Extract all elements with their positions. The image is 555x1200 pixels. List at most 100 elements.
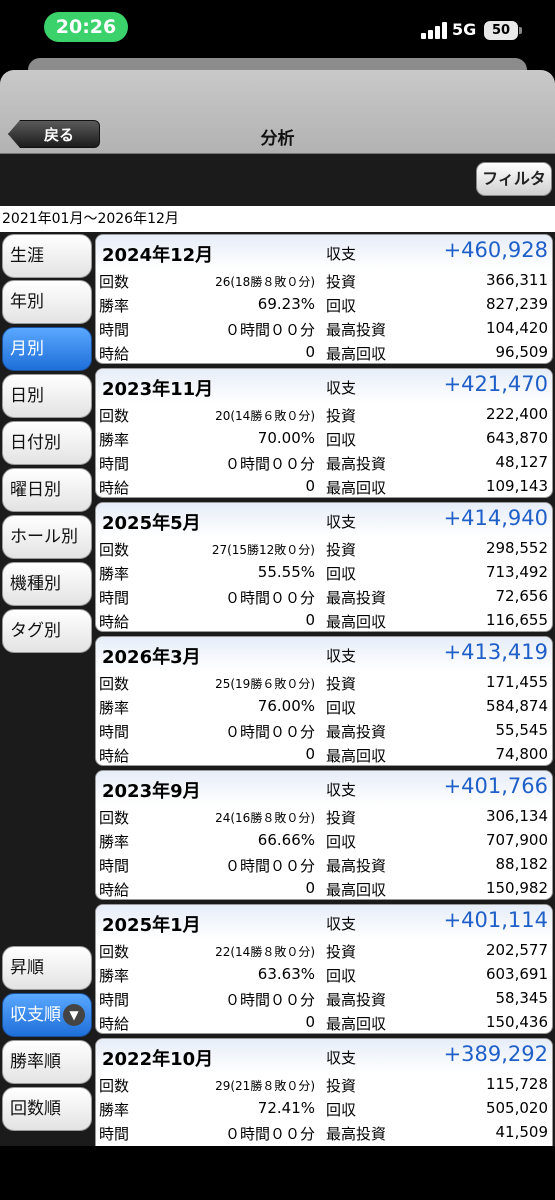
max-investment-label: 最高投資: [326, 455, 387, 473]
max-return-value: 150,436: [485, 1013, 548, 1031]
winrate-label: 勝率: [99, 699, 130, 717]
max-investment-label: 最高投資: [326, 857, 387, 875]
winrate-value: 63.63%: [257, 965, 315, 983]
card-header: 2023年9月 収支 +401,766: [96, 771, 552, 805]
return-label: 回収: [326, 431, 357, 449]
investment-value: 298,552: [485, 539, 548, 557]
return-label: 回収: [326, 297, 357, 315]
card-row: 回数 29(21勝８敗０分) 投資 115,728: [96, 1073, 552, 1097]
time-label: 時間: [99, 1125, 130, 1143]
time-label: 時間: [99, 857, 130, 875]
card-header: 2026年3月 収支 +413,419: [96, 637, 552, 671]
balance-value: +413,419: [443, 640, 548, 664]
max-investment-label: 最高投資: [326, 321, 387, 339]
return-value: 713,492: [485, 563, 548, 581]
hourly-value: 0: [305, 477, 315, 495]
return-value: 603,691: [485, 965, 548, 983]
result-card[interactable]: 2025年5月 収支 +414,940 回数 27(15勝12敗０分) 投資 2…: [95, 502, 553, 632]
hourly-value: 0: [305, 879, 315, 897]
max-return-label: 最高回収: [326, 613, 387, 631]
result-card[interactable]: 2025年1月 収支 +401,114 回数 22(14勝８敗０分) 投資 20…: [95, 904, 553, 1034]
card-row: 勝率 63.63% 回収 603,691: [96, 963, 552, 987]
balance-value: +460,928: [443, 238, 548, 262]
balance-label: 収支: [326, 781, 357, 799]
max-investment-value: 48,127: [495, 453, 549, 471]
chevron-down-icon: ▼: [63, 1004, 85, 1026]
return-value: 505,020: [485, 1099, 548, 1117]
network-label: 5G: [452, 20, 477, 39]
investment-value: 222,400: [485, 405, 548, 423]
sort-ascending-button[interactable]: 昇順: [2, 946, 92, 990]
tab-by-date[interactable]: 日付別: [2, 421, 92, 465]
tab-by-weekday[interactable]: 曜日別: [2, 468, 92, 512]
time-value: ０時間００分: [224, 455, 315, 473]
card-row: 時間 ０時間００分 最高投資 55,545: [96, 719, 552, 743]
tab-by-tag[interactable]: タグ別: [2, 609, 92, 653]
result-card[interactable]: 2023年11月 収支 +421,470 回数 20(14勝６敗０分) 投資 2…: [95, 368, 553, 498]
winrate-label: 勝率: [99, 1101, 130, 1119]
hourly-value: 0: [305, 745, 315, 763]
card-row: 回数 26(18勝８敗０分) 投資 366,311: [96, 269, 552, 293]
card-row: 回数 22(14勝８敗０分) 投資 202,577: [96, 939, 552, 963]
tab-yearly[interactable]: 年別: [2, 280, 92, 324]
count-value: 26(18勝８敗０分): [215, 275, 315, 289]
card-row: 時給 0 最高回収 96,509: [96, 341, 552, 363]
max-return-label: 最高回収: [326, 1015, 387, 1033]
sort-by-count-button[interactable]: 回数順: [2, 1087, 92, 1131]
card-month: 2025年5月: [102, 513, 201, 534]
status-bar: 20:26 5G 50: [0, 0, 555, 58]
investment-value: 171,455: [485, 673, 548, 691]
count-value: 27(15勝12敗０分): [211, 543, 315, 557]
card-header: 2023年11月 収支 +421,470: [96, 369, 552, 403]
card-row: 回数 27(15勝12敗０分) 投資 298,552: [96, 537, 552, 561]
winrate-label: 勝率: [99, 967, 130, 985]
card-month: 2024年12月: [102, 245, 214, 266]
card-month: 2022年10月: [102, 1049, 214, 1070]
time-value: ０時間００分: [224, 723, 315, 741]
page-title: 分析: [260, 129, 295, 149]
count-label: 回数: [99, 809, 130, 827]
filter-button[interactable]: フィルタ: [476, 162, 552, 196]
tab-by-hall[interactable]: ホール別: [2, 515, 92, 559]
hourly-label: 時給: [99, 613, 130, 631]
investment-label: 投資: [326, 541, 357, 559]
sort-by-balance-button[interactable]: 収支順 ▼: [2, 993, 92, 1037]
card-row: 時給 0 最高回収 150,982: [96, 877, 552, 899]
result-card[interactable]: 2023年9月 収支 +401,766 回数 24(16勝８敗０分) 投資 30…: [95, 770, 553, 900]
time-value: ０時間００分: [224, 857, 315, 875]
result-card[interactable]: 2026年3月 収支 +413,419 回数 25(19勝６敗０分) 投資 17…: [95, 636, 553, 766]
max-return-value: 109,143: [485, 477, 548, 495]
card-row: 時間 ０時間００分 最高投資 58,345: [96, 987, 552, 1011]
card-row: 時間 ０時間００分 最高投資 104,420: [96, 317, 552, 341]
card-row: 回数 20(14勝６敗０分) 投資 222,400: [96, 403, 552, 427]
investment-value: 202,577: [485, 941, 548, 959]
time-label: 時間: [99, 991, 130, 1009]
max-investment-label: 最高投資: [326, 723, 387, 741]
hourly-value: 0: [305, 1013, 315, 1031]
card-header: 2025年1月 収支 +401,114: [96, 905, 552, 939]
sort-by-winrate-button[interactable]: 勝率順: [2, 1040, 92, 1084]
card-header: 2024年12月 収支 +460,928: [96, 235, 552, 269]
tab-lifetime[interactable]: 生涯: [2, 234, 92, 278]
count-label: 回数: [99, 407, 130, 425]
investment-label: 投資: [326, 675, 357, 693]
balance-value: +421,470: [443, 372, 548, 396]
return-label: 回収: [326, 967, 357, 985]
hourly-label: 時給: [99, 479, 130, 497]
return-value: 827,239: [485, 295, 548, 313]
result-card[interactable]: 2022年10月 収支 +389,292 回数 29(21勝８敗０分) 投資 1…: [95, 1038, 553, 1146]
card-row: 時間 ０時間００分 最高投資 88,182: [96, 853, 552, 877]
result-card[interactable]: 2024年12月 収支 +460,928 回数 26(18勝８敗０分) 投資 3…: [95, 234, 553, 364]
tab-monthly[interactable]: 月別: [2, 327, 92, 371]
card-row: 勝率 66.66% 回収 707,900: [96, 829, 552, 853]
tab-daily[interactable]: 日別: [2, 374, 92, 418]
max-return-value: 150,982: [485, 879, 548, 897]
investment-label: 投資: [326, 943, 357, 961]
card-month: 2023年11月: [102, 379, 214, 400]
tab-by-machine[interactable]: 機種別: [2, 562, 92, 606]
max-investment-value: 41,509: [495, 1123, 549, 1141]
balance-value: +389,292: [443, 1042, 548, 1066]
status-time: 20:26: [44, 12, 128, 42]
card-month: 2026年3月: [102, 647, 201, 668]
time-label: 時間: [99, 723, 130, 741]
